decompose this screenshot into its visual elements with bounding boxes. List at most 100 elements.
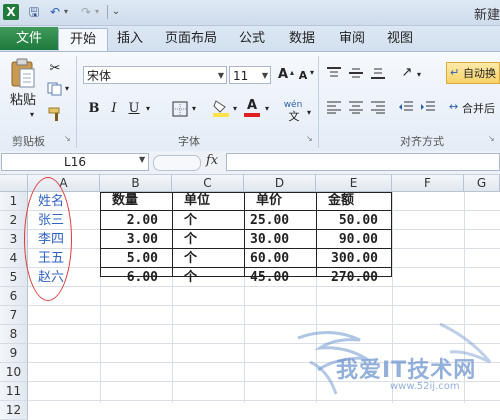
cell-e5[interactable]: 270.00 — [316, 268, 392, 287]
increase-indent-icon[interactable] — [420, 100, 436, 114]
row-header[interactable]: 10 — [0, 363, 28, 382]
row-header[interactable]: 9 — [0, 344, 28, 363]
customize-quick-access-icon[interactable]: ⌄ — [111, 4, 121, 20]
cell-d2[interactable]: 25.00 — [244, 211, 316, 230]
name-box-dropdown-icon[interactable]: ▼ — [139, 155, 145, 164]
paste-icon[interactable] — [10, 56, 38, 90]
undo-dropdown-icon[interactable]: ▾ — [62, 4, 70, 20]
italic-button[interactable]: I — [106, 100, 122, 118]
insert-function-button[interactable]: fx — [206, 153, 218, 168]
row-header[interactable]: 6 — [0, 287, 28, 306]
font-color-dropdown-icon[interactable]: ▾ — [262, 100, 272, 118]
column-header-g[interactable]: G — [464, 175, 500, 192]
tab-home[interactable]: 开始 — [58, 28, 108, 52]
borders-dropdown-icon[interactable]: ▾ — [189, 100, 199, 118]
font-name-value: 宋体 — [87, 69, 112, 83]
underline-button[interactable]: U — [126, 100, 142, 118]
column-header-c[interactable]: C — [172, 175, 244, 192]
tab-page-layout[interactable]: 页面布局 — [158, 28, 224, 51]
tab-formulas[interactable]: 公式 — [230, 28, 274, 51]
align-right-icon[interactable] — [370, 100, 386, 114]
borders-icon[interactable] — [172, 101, 188, 117]
decrease-indent-icon[interactable] — [398, 100, 414, 114]
cell-e4[interactable]: 300.00 — [316, 249, 392, 268]
phonetic-dropdown-icon[interactable]: ▾ — [304, 104, 314, 122]
tab-review[interactable]: 审阅 — [330, 28, 374, 51]
cell-b5[interactable]: 6.00 — [100, 268, 172, 287]
cell-b3[interactable]: 3.00 — [100, 230, 172, 249]
align-middle-icon[interactable] — [348, 66, 364, 80]
merge-label: 合并后 — [462, 102, 495, 115]
align-bottom-icon[interactable] — [370, 66, 386, 80]
excel-logo-icon[interactable]: X — [3, 4, 19, 20]
cell-d4[interactable]: 60.00 — [244, 249, 316, 268]
orientation-dropdown-icon[interactable]: ▾ — [414, 66, 424, 84]
cell-d3[interactable]: 30.00 — [244, 230, 316, 249]
chevron-down-icon[interactable]: ▼ — [218, 67, 224, 85]
formula-input[interactable] — [226, 153, 500, 171]
formula-bar-resizer[interactable] — [153, 155, 201, 171]
alignment-launcher-icon[interactable]: ↘ — [488, 135, 496, 143]
font-name-combo[interactable]: 宋体 ▼ — [83, 66, 227, 84]
copy-icon[interactable] — [47, 82, 63, 96]
font-size-value: 11 — [233, 69, 249, 83]
undo-icon[interactable]: ↶ — [47, 4, 63, 20]
select-all-corner[interactable] — [0, 175, 28, 192]
cell-d1[interactable]: 单价 — [244, 191, 316, 210]
cell-b1[interactable]: 数量 — [100, 191, 172, 210]
cell-e2[interactable]: 50.00 — [316, 211, 392, 230]
tab-file[interactable]: 文件 — [0, 27, 58, 50]
gridline — [28, 305, 500, 306]
grow-font-icon: ▴ — [289, 68, 294, 77]
align-left-icon[interactable] — [326, 100, 342, 114]
cut-icon[interactable]: ✂ — [46, 60, 64, 78]
clipboard-launcher-icon[interactable]: ↘ — [64, 135, 72, 143]
row-header[interactable]: 7 — [0, 306, 28, 325]
cell-c4[interactable]: 个 — [172, 249, 244, 268]
row-header[interactable]: 8 — [0, 325, 28, 344]
chevron-down-icon[interactable]: ▼ — [262, 67, 268, 85]
save-icon[interactable]: 🖫 — [26, 4, 42, 20]
row-header[interactable]: 5 — [0, 268, 28, 287]
column-header-b[interactable]: B — [100, 175, 172, 192]
align-top-icon[interactable] — [326, 66, 342, 80]
cell-d5[interactable]: 45.00 — [244, 268, 316, 287]
cell-c5[interactable]: 个 — [172, 268, 244, 287]
redo-dropdown-icon[interactable]: ▾ — [93, 4, 101, 20]
cell-c3[interactable]: 个 — [172, 230, 244, 249]
bold-button[interactable]: B — [86, 100, 102, 118]
fill-color-dropdown-icon[interactable]: ▾ — [230, 100, 240, 118]
cell-c1[interactable]: 单位 — [172, 191, 244, 210]
wrap-text-label: 自动换 — [463, 67, 496, 80]
fill-color-icon[interactable] — [212, 98, 230, 118]
tab-view[interactable]: 视图 — [378, 28, 422, 51]
gridline — [28, 400, 500, 401]
align-center-icon[interactable] — [348, 100, 364, 114]
font-group-label: 字体 — [178, 135, 200, 148]
cell-e3[interactable]: 90.00 — [316, 230, 392, 249]
font-color-button[interactable]: A — [244, 97, 260, 117]
clipboard-group-label: 剪贴板 — [12, 135, 45, 148]
font-size-combo[interactable]: 11 ▼ — [229, 66, 271, 84]
wrap-text-button[interactable]: ↵ 自动换 — [446, 62, 500, 84]
row-header[interactable]: 12 — [0, 401, 28, 420]
font-launcher-icon[interactable]: ↘ — [306, 135, 314, 143]
underline-dropdown-icon[interactable]: ▾ — [143, 100, 153, 118]
merge-center-button[interactable]: ↔ 合并后 — [448, 98, 500, 118]
cell-b4[interactable]: 5.00 — [100, 249, 172, 268]
row-header[interactable]: 11 — [0, 382, 28, 401]
paste-dropdown-icon[interactable]: ▾ — [26, 106, 38, 124]
tab-data[interactable]: 数据 — [280, 28, 324, 51]
cell-b2[interactable]: 2.00 — [100, 211, 172, 230]
tab-insert[interactable]: 插入 — [108, 28, 152, 51]
column-header-d[interactable]: D — [244, 175, 316, 192]
format-painter-icon[interactable] — [47, 106, 65, 122]
column-header-f[interactable]: F — [392, 175, 464, 192]
redo-icon[interactable]: ↷ — [78, 4, 94, 20]
row-header[interactable]: 1 — [0, 192, 28, 211]
column-header-e[interactable]: E — [316, 175, 392, 192]
name-box[interactable]: L16 — [1, 153, 149, 171]
cell-e1[interactable]: 金额 — [316, 191, 392, 210]
copy-dropdown-icon[interactable]: ▾ — [62, 80, 72, 98]
cell-c2[interactable]: 个 — [172, 211, 244, 230]
